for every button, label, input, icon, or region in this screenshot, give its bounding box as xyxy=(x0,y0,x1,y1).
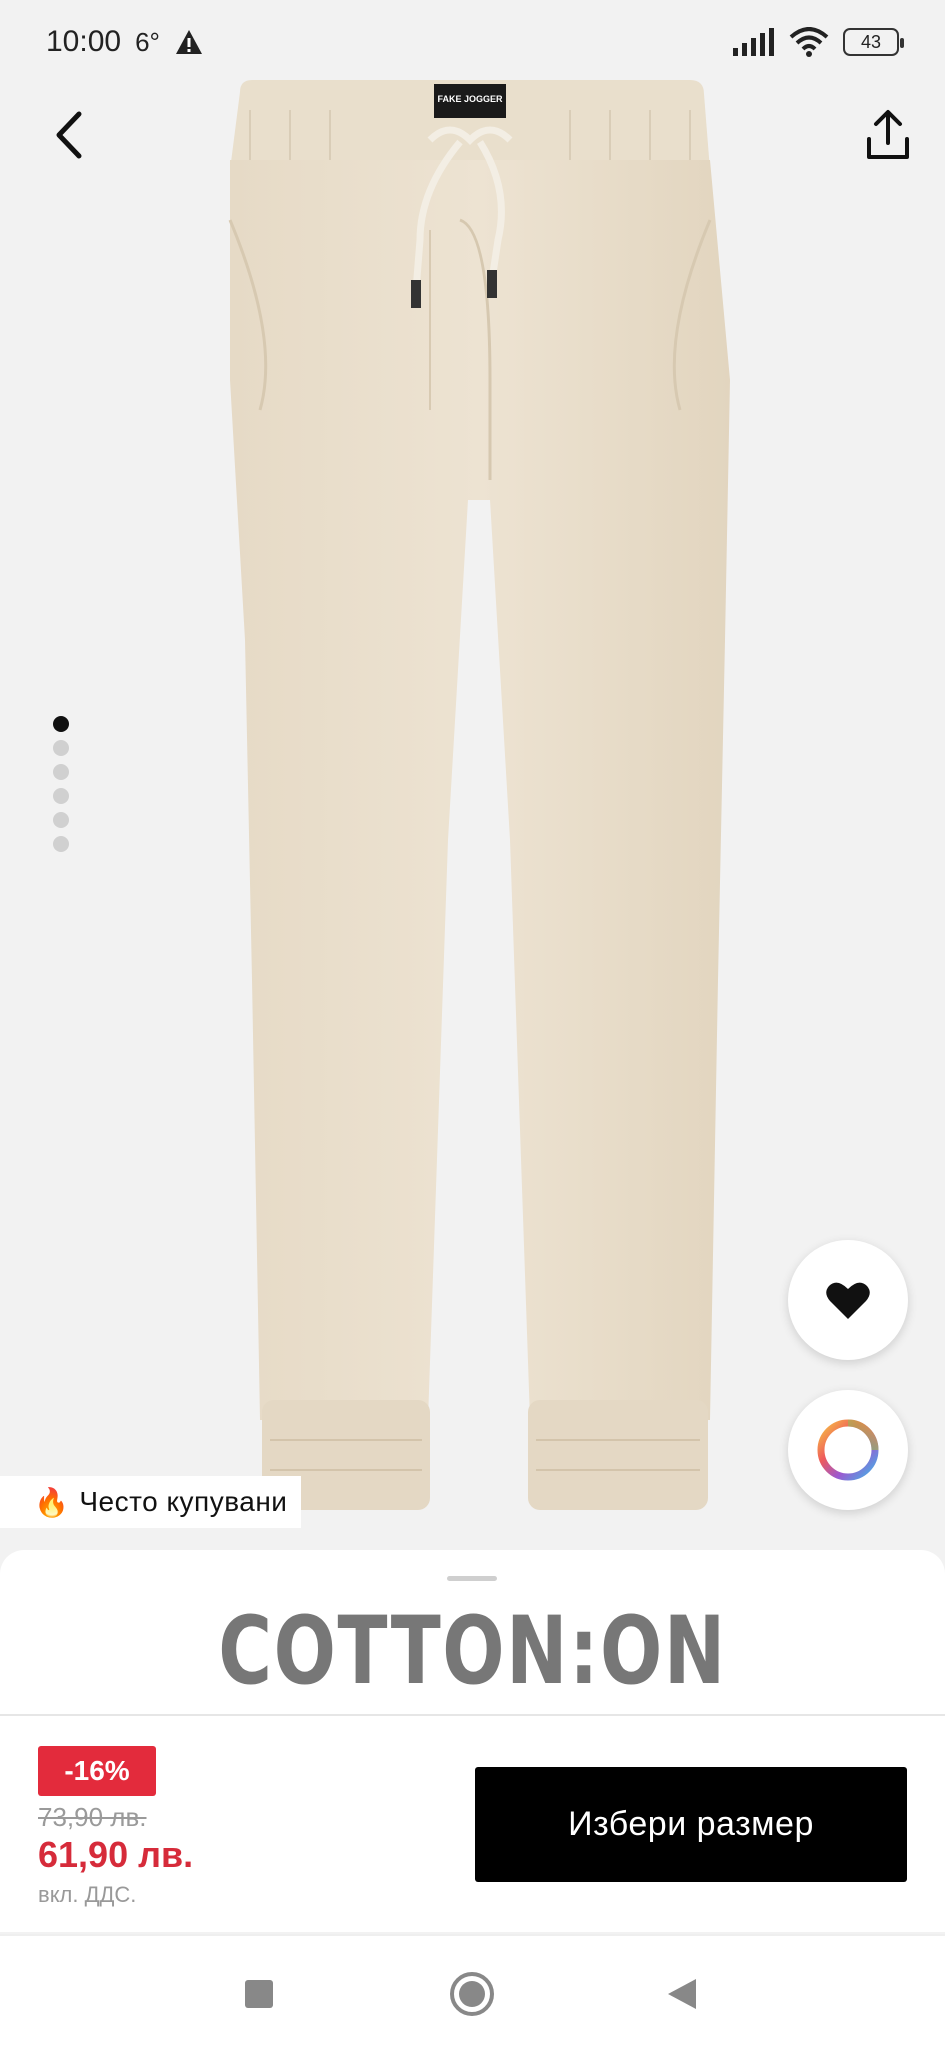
gallery-dot[interactable] xyxy=(53,764,69,780)
signal-icon xyxy=(733,28,774,56)
square-icon xyxy=(245,1980,273,2008)
status-time: 10:00 xyxy=(46,25,122,58)
back-button[interactable] xyxy=(38,100,98,170)
waistband-label: FAKE JOGGER xyxy=(437,94,503,104)
share-icon xyxy=(867,110,909,159)
price-panel: -16% 73,90 лв. 61,90 лв. вкл. ДДС. Избер… xyxy=(0,1716,945,1932)
fire-icon: 🔥 xyxy=(34,1486,70,1518)
warning-icon xyxy=(175,30,202,54)
battery-indicator: 43 xyxy=(843,28,904,56)
product-image: FAKE JOGGER xyxy=(228,80,730,1510)
battery-level: 43 xyxy=(860,31,882,52)
gallery-dot[interactable] xyxy=(53,836,69,852)
recent-apps-button[interactable] xyxy=(229,1964,289,2024)
heart-icon xyxy=(826,1282,870,1319)
vat-note: вкл. ДДС. xyxy=(38,1882,137,1907)
triangle-back-icon xyxy=(668,1979,696,2009)
share-button[interactable] xyxy=(858,100,918,170)
select-size-button[interactable]: Избери размер xyxy=(475,1767,907,1882)
home-button[interactable] xyxy=(442,1964,502,2024)
gallery-pagination[interactable] xyxy=(53,716,69,852)
status-temperature: 6° xyxy=(135,26,160,57)
product-sheet[interactable]: COTTON:ON xyxy=(0,1550,945,1720)
system-navigation-bar xyxy=(0,1934,945,2048)
old-price: 73,90 лв. xyxy=(38,1802,147,1832)
discount-badge: -16% xyxy=(38,1746,156,1796)
wifi-icon xyxy=(789,27,829,57)
gallery-dot[interactable] xyxy=(53,740,69,756)
badge-text: Често купувани xyxy=(79,1486,288,1517)
favorite-button[interactable] xyxy=(788,1240,908,1360)
back-nav-button[interactable] xyxy=(652,1964,712,2024)
frequently-bought-badge: 🔥 Често купувани xyxy=(0,1476,302,1528)
gallery-dot[interactable] xyxy=(53,788,69,804)
color-wheel-icon xyxy=(817,1419,879,1481)
gallery-dot[interactable] xyxy=(53,812,69,828)
circle-icon xyxy=(450,1972,494,2016)
brand-logo[interactable]: COTTON:ON xyxy=(104,1602,841,1702)
color-picker-button[interactable] xyxy=(788,1390,908,1510)
gallery-dot[interactable] xyxy=(53,716,69,732)
status-bar: 10:00 6° 43 xyxy=(0,0,945,84)
chevron-left-icon xyxy=(56,111,82,159)
new-price: 61,90 лв. xyxy=(38,1834,194,1875)
sheet-handle[interactable] xyxy=(447,1576,497,1581)
product-image-area[interactable]: FAKE JOGGER 🔥 Често купувани xyxy=(0,0,945,1560)
